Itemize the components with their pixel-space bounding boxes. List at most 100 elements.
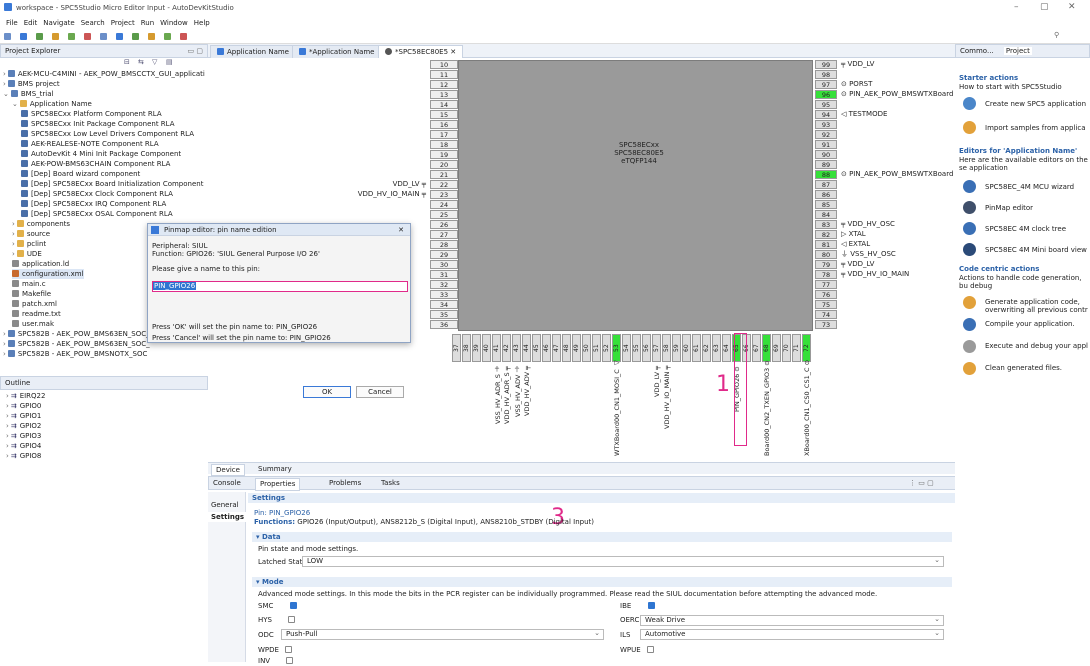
bottom-pin[interactable]: 50 <box>582 334 591 362</box>
chevron-icon[interactable]: › <box>6 432 9 440</box>
pin-name-input[interactable]: PIN_GPIO26 <box>152 281 408 292</box>
code-action-item[interactable]: Generate application code, overwriting a… <box>985 298 1089 314</box>
chevron-icon[interactable]: › <box>3 330 6 338</box>
editor-item[interactable]: SPC58EC 4M Mini board view <box>985 246 1087 255</box>
bottom-pin[interactable]: 38 <box>462 334 471 362</box>
tree-item[interactable]: [Dep] SPC58ECxx Clock Component RLA <box>21 189 173 199</box>
tree-item[interactable]: main.c <box>12 279 46 289</box>
forward-icon[interactable] <box>180 33 187 40</box>
right-pin[interactable]: 79 <box>815 260 837 269</box>
bottom-pin[interactable]: 59 <box>672 334 681 362</box>
tree-item[interactable]: › SPC582B - AEK_POW_BMS63EN_SOC_ <box>3 339 150 349</box>
bottom-pin[interactable]: 42 <box>502 334 511 362</box>
left-pin[interactable]: 18 <box>430 140 458 149</box>
left-pin[interactable]: 36 <box>430 320 458 329</box>
bottom-pin[interactable]: 39 <box>472 334 481 362</box>
left-pin[interactable]: 24 <box>430 200 458 209</box>
bottom-pin[interactable]: 43 <box>512 334 521 362</box>
left-pin[interactable]: 20 <box>430 160 458 169</box>
code-action-item[interactable]: Execute and debug your appl <box>985 342 1089 350</box>
bottom-pin[interactable]: 67 <box>752 334 761 362</box>
left-pin[interactable]: 15 <box>430 110 458 119</box>
bottom-pin[interactable]: 54 <box>622 334 631 362</box>
right-pin[interactable]: 82 <box>815 230 837 239</box>
outline-item[interactable]: › ⇉ GPIO0 <box>6 401 41 411</box>
left-pin[interactable]: 11 <box>430 70 458 79</box>
tree-item[interactable]: › pclint <box>12 239 46 249</box>
left-pin[interactable]: 28 <box>430 240 458 249</box>
editor-icon[interactable] <box>963 243 976 256</box>
menu-item-run[interactable]: Run <box>141 19 154 27</box>
editor-item[interactable]: PinMap editor <box>985 204 1033 213</box>
tab-properties[interactable]: Properties <box>255 478 301 491</box>
chevron-icon[interactable]: › <box>12 250 15 258</box>
bottom-pin[interactable]: 41 <box>492 334 501 362</box>
editors-heading[interactable]: Editors for 'Application Name' <box>959 147 1077 156</box>
hys-checkbox[interactable] <box>288 616 296 623</box>
tree-item[interactable]: [Dep] SPC58ECxx IRQ Component RLA <box>21 199 166 209</box>
tree-item[interactable]: AEK-REALESE-NOTE Component RLA <box>21 139 159 149</box>
menu-item-edit[interactable]: Edit <box>24 19 38 27</box>
tab-application-name[interactable]: Application Name <box>210 45 296 58</box>
menu-item-file[interactable]: File <box>6 19 18 27</box>
folder-icon[interactable]: ▤ <box>166 58 173 66</box>
bottom-pin[interactable]: 56 <box>642 334 651 362</box>
chevron-icon[interactable]: › <box>6 392 9 400</box>
oerc-select[interactable]: Weak Drive <box>640 615 944 626</box>
starter-actions-heading[interactable]: Starter actions <box>959 74 1018 83</box>
search-icon[interactable]: ⚲ <box>1054 31 1059 39</box>
editor-icon[interactable] <box>963 222 976 235</box>
menu-item-window[interactable]: Window <box>160 19 188 27</box>
right-pin[interactable]: 74 <box>815 310 837 319</box>
tree-item[interactable]: [Dep] SPC58ECxx Board Initialization Com… <box>21 179 203 189</box>
chevron-icon[interactable]: › <box>3 340 6 348</box>
wpde-checkbox[interactable] <box>285 646 293 653</box>
left-pin[interactable]: 17 <box>430 130 458 139</box>
bottom-pin[interactable]: 40 <box>482 334 491 362</box>
chevron-icon[interactable]: › <box>12 240 15 248</box>
left-pin[interactable]: 35 <box>430 310 458 319</box>
bottom-pin[interactable]: 71 <box>792 334 801 362</box>
right-pin[interactable]: 96 <box>815 90 837 99</box>
bottom-pin[interactable]: 53 <box>612 334 621 362</box>
tree-item[interactable]: SPC58ECxx Low Level Drivers Component RL… <box>21 129 194 139</box>
right-pin[interactable]: 92 <box>815 130 837 139</box>
tree-item[interactable]: › UDE <box>12 249 42 259</box>
latched-state-select[interactable]: LOW <box>302 556 944 567</box>
tab-device[interactable]: Device <box>211 464 245 476</box>
view-menu-icon[interactable]: ⋮ ▭ ▢ <box>909 478 934 489</box>
ibe-checkbox[interactable] <box>647 602 655 609</box>
bottom-pin[interactable]: 37 <box>452 334 461 362</box>
right-pin[interactable]: 77 <box>815 280 837 289</box>
left-pin[interactable]: 12 <box>430 80 458 89</box>
chevron-icon[interactable]: › <box>6 452 9 460</box>
wizard-icon[interactable] <box>100 33 107 40</box>
left-pin[interactable]: 14 <box>430 100 458 109</box>
bottom-pin[interactable]: 70 <box>782 334 791 362</box>
tab-general[interactable]: General <box>211 500 239 510</box>
outline-item[interactable]: › ⇉ GPIO8 <box>6 451 41 461</box>
chevron-icon[interactable]: › <box>12 220 15 228</box>
menu-item-help[interactable]: Help <box>194 19 210 27</box>
menu-item-navigate[interactable]: Navigate <box>43 19 74 27</box>
left-pin[interactable]: 34 <box>430 300 458 309</box>
left-pin[interactable]: 25 <box>430 210 458 219</box>
right-pin[interactable]: 97 <box>815 80 837 89</box>
left-pin[interactable]: 27 <box>430 230 458 239</box>
tab-problems[interactable]: Problems <box>329 478 361 489</box>
bottom-pin[interactable]: 51 <box>592 334 601 362</box>
right-pin[interactable]: 85 <box>815 200 837 209</box>
save-icon[interactable] <box>20 33 27 40</box>
tab-project[interactable]: Project <box>1003 47 1032 55</box>
build-icon[interactable] <box>52 33 59 40</box>
clock-icon[interactable] <box>132 33 139 40</box>
right-pin[interactable]: 87 <box>815 180 837 189</box>
left-pin[interactable]: 33 <box>430 290 458 299</box>
menu-item-project[interactable]: Project <box>111 19 135 27</box>
action-icon[interactable] <box>963 97 976 110</box>
bottom-pin[interactable]: 72 <box>802 334 811 362</box>
tab-spc58ec80e5[interactable]: *SPC58EC80E5 ✕ <box>378 45 464 58</box>
bottom-pin[interactable]: 63 <box>712 334 721 362</box>
outline-item[interactable]: › ⇉ GPIO1 <box>6 411 41 421</box>
tree-item[interactable]: [Dep] Board wizard component <box>21 169 140 179</box>
